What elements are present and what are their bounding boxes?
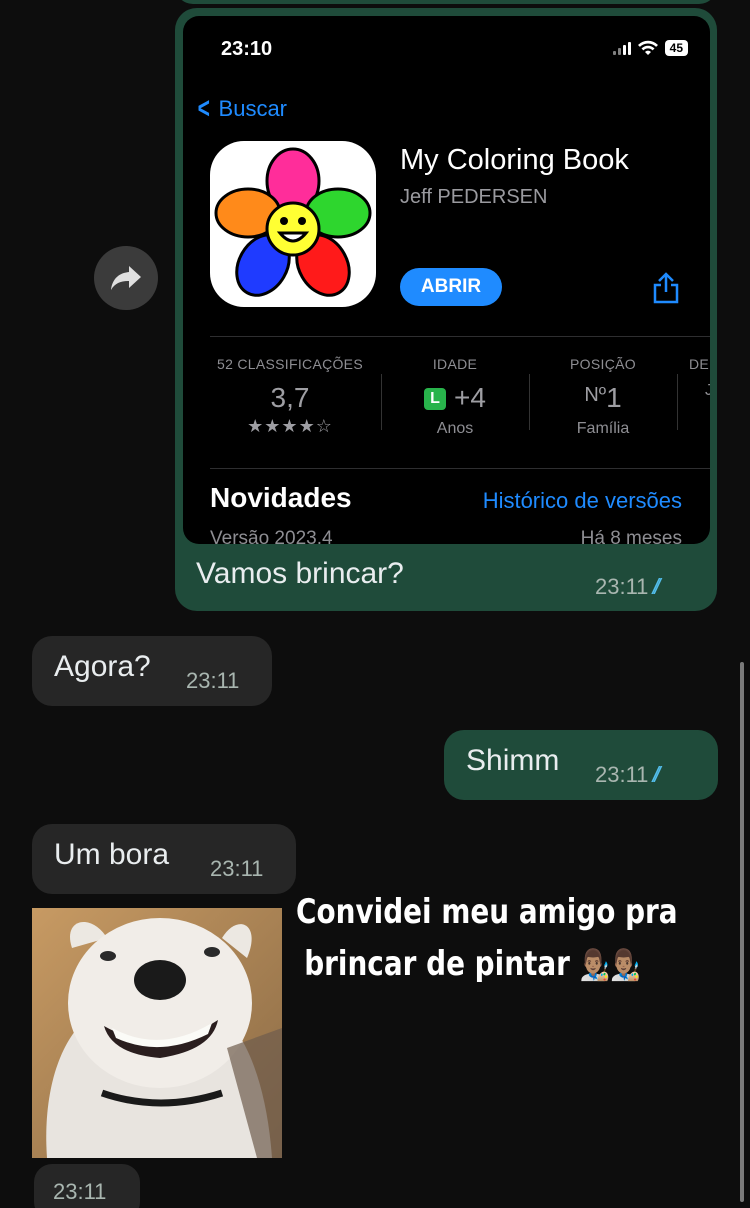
caption-line-2: brincar de pintar 👨🏽‍🎨👨🏽‍🎨	[296, 938, 678, 992]
info-header: DE	[689, 356, 710, 372]
caption-line-1: Convidei meu amigo pra	[296, 892, 678, 932]
divider	[210, 468, 710, 469]
app-developer: Jeff PEDERSEN	[400, 186, 548, 208]
age-badge: L	[424, 388, 447, 410]
back-link[interactable]: < Buscar	[195, 92, 288, 125]
scrollbar[interactable]	[740, 662, 744, 1202]
position-sub: Família	[576, 420, 630, 437]
forward-button[interactable]	[94, 246, 158, 310]
message-meta: 23:11 //	[595, 762, 662, 788]
age-value: L +4	[395, 382, 515, 414]
news-title: Novidades	[210, 482, 352, 513]
battery-icon: 45	[664, 40, 688, 56]
info-ratings[interactable]: 52 CLASSIFICAÇÕES 3,7 ★★★★☆	[210, 356, 370, 437]
info-header: POSIÇÃO	[570, 356, 636, 372]
age-number: +4	[454, 382, 486, 413]
message-time: 23:11	[595, 574, 649, 599]
wifi-icon	[637, 40, 658, 55]
developer-sub: J	[705, 382, 710, 399]
message-time: 23:11	[186, 668, 240, 693]
info-position[interactable]: POSIÇÃO Nº1 Família	[543, 356, 663, 438]
back-label: Buscar	[218, 96, 288, 121]
dog-photo[interactable]	[32, 908, 282, 1158]
status-time: 23:10	[221, 38, 273, 60]
artist-emoji: 👨🏽‍🎨👨🏽‍🎨	[579, 948, 641, 983]
version-history-link[interactable]: Histórico de versões	[483, 488, 682, 514]
info-age[interactable]: IDADE L +4 Anos	[395, 356, 515, 438]
message-time: 23:11	[53, 1179, 107, 1204]
age-sub: Anos	[436, 420, 474, 437]
overlay-caption: Convidei meu amigo pra brincar de pintar…	[296, 886, 678, 992]
info-header: IDADE	[432, 356, 478, 372]
share-icon[interactable]	[652, 272, 680, 304]
message-meta: 23:11 //	[595, 574, 662, 600]
status-icons: 45	[612, 40, 688, 56]
message-text: Shimm	[466, 744, 560, 777]
signal-icon	[612, 41, 631, 55]
divider	[210, 336, 710, 337]
separator	[677, 374, 678, 430]
message-text: Agora?	[54, 650, 151, 683]
info-header: 52 CLASSIFICAÇÕES	[217, 356, 363, 372]
open-button[interactable]: ABRIR	[400, 268, 502, 306]
back-chevron-icon: <	[197, 92, 210, 125]
news-version: Versão 2023.4	[210, 528, 333, 544]
app-store-screenshot[interactable]: 23:10 45 < Buscar My Coloring Book Jeff …	[183, 16, 710, 544]
message-text: Vamos brincar?	[196, 557, 404, 590]
previous-bubble-edge	[175, 0, 717, 4]
position-prefix: Nº	[584, 384, 607, 406]
position-number: 1	[606, 382, 622, 413]
message-text: Um bora	[54, 838, 170, 871]
rating-value: 3,7	[270, 382, 310, 413]
message-time: 23:11	[210, 856, 264, 881]
forward-icon	[111, 266, 141, 290]
incoming-message[interactable]: Agora? 23:11	[32, 636, 272, 706]
image-time-badge: 23:11	[34, 1164, 140, 1208]
caption-line-2-text: brincar de pintar	[304, 944, 570, 984]
app-icon	[210, 141, 376, 307]
rating-stars: ★★★★☆	[247, 416, 333, 436]
separator	[381, 374, 382, 430]
app-title: My Coloring Book	[400, 144, 629, 176]
news-when: Há 8 meses	[580, 528, 682, 544]
separator	[529, 374, 530, 430]
position-value: Nº1	[543, 382, 663, 414]
info-developer[interactable]: DE J	[689, 356, 710, 400]
message-time: 23:11	[595, 762, 649, 787]
incoming-message[interactable]: Um bora 23:11	[32, 824, 296, 894]
outgoing-message[interactable]: Shimm 23:11 //	[444, 730, 718, 800]
